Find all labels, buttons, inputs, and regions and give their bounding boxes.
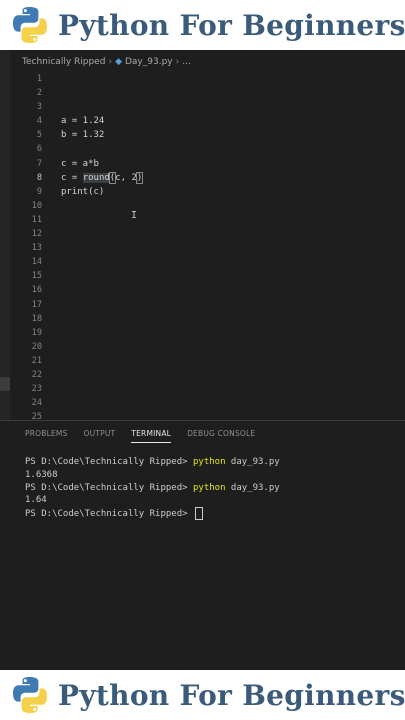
breadcrumb-more[interactable]: ...: [182, 57, 191, 67]
line-number: 12: [31, 229, 42, 240]
bracket-match: ): [135, 171, 144, 184]
breadcrumb: Technically Ripped › ◆ Day_93.py ›...: [22, 57, 191, 67]
activity-bar: [0, 50, 10, 420]
tab-output[interactable]: OUTPUT: [84, 429, 116, 443]
line-number: 11: [31, 214, 42, 225]
breadcrumb-file[interactable]: Day_93.py: [125, 57, 173, 67]
terminal-prompt: PS D:\Code\Technically Ripped>: [25, 482, 193, 493]
line-number: 17: [31, 299, 42, 310]
code-line-active[interactable]: c = round(c, 2): [61, 171, 144, 185]
banner-title: Python For Beginners: [58, 8, 405, 42]
python-logo-icon: [13, 7, 47, 43]
line-number: 2: [36, 88, 42, 99]
code-line[interactable]: c = a*b: [61, 157, 142, 171]
text-cursor-icon: I: [131, 210, 138, 221]
line-number: 3: [36, 102, 42, 113]
code-line[interactable]: a = 1.24: [61, 114, 142, 128]
tab-debug-console[interactable]: DEBUG CONSOLE: [187, 429, 255, 443]
line-number: 5: [36, 130, 42, 141]
terminal-output: 1.64: [25, 495, 47, 506]
code-line[interactable]: [61, 100, 142, 114]
terminal-line: PS D:\Code\Technically Ripped> python da…: [25, 482, 280, 495]
terminal-output: 1.6368: [25, 469, 58, 480]
panel-tabs: PROBLEMS OUTPUT TERMINAL DEBUG CONSOLE: [25, 429, 271, 443]
line-number: 20: [31, 341, 42, 352]
code-token-function: round: [82, 172, 110, 183]
line-number: 15: [31, 271, 42, 282]
breadcrumb-folder[interactable]: Technically Ripped: [22, 57, 105, 67]
code-token: c =: [61, 172, 83, 183]
terminal-line[interactable]: PS D:\Code\Technically Ripped>: [25, 507, 280, 521]
line-number: 24: [31, 398, 42, 409]
banner-title: Python For Beginners: [58, 678, 405, 712]
line-number-gutter: 1 2 3 4 5 6 7 8 9 10 11 12 13 14 15 16 1…: [14, 72, 42, 424]
line-number-active: 8: [36, 172, 42, 183]
terminal-line: PS D:\Code\Technically Ripped> python da…: [25, 456, 280, 469]
line-number: 16: [31, 285, 42, 296]
code-editor[interactable]: Technically Ripped › ◆ Day_93.py ›... 1 2 3 …: [0, 50, 405, 422]
terminal-arg: day_93.py: [225, 457, 280, 467]
python-file-icon: ◆: [115, 57, 122, 67]
terminal[interactable]: PS D:\Code\Technically Ripped> python da…: [25, 456, 280, 521]
terminal-cursor: [194, 507, 203, 521]
code-token: c, 2: [115, 172, 137, 183]
bottom-banner: Python For Beginners: [0, 670, 405, 720]
line-number: 4: [36, 116, 42, 127]
chevron-right-icon: ›: [108, 57, 113, 67]
line-number: 9: [36, 186, 42, 197]
line-number: 23: [31, 384, 42, 395]
tab-terminal[interactable]: TERMINAL: [131, 429, 172, 443]
code-line[interactable]: print(c): [61, 185, 142, 199]
python-logo-icon: [13, 677, 47, 713]
line-number: 10: [31, 200, 42, 211]
terminal-prompt: PS D:\Code\Technically Ripped>: [25, 509, 193, 520]
bottom-panel: PROBLEMS OUTPUT TERMINAL DEBUG CONSOLE P…: [0, 420, 405, 671]
code-line[interactable]: [61, 142, 142, 156]
code-line[interactable]: [61, 86, 142, 100]
line-number: 19: [31, 327, 42, 338]
line-number: 1: [36, 74, 42, 84]
line-number: 7: [36, 158, 42, 169]
chevron-right-icon: ›: [175, 57, 180, 67]
code-line[interactable]: b = 1.32: [61, 128, 142, 142]
activity-indicator: [0, 377, 10, 391]
terminal-command: python: [192, 457, 226, 467]
line-number: 18: [31, 313, 42, 324]
line-number: 14: [31, 257, 42, 268]
line-number: 21: [31, 355, 42, 366]
tab-problems[interactable]: PROBLEMS: [25, 429, 68, 443]
terminal-command: python: [192, 482, 226, 493]
top-banner: Python For Beginners: [0, 0, 405, 50]
terminal-arg: day_93.py: [225, 482, 280, 493]
terminal-prompt: PS D:\Code\Technically Ripped>: [25, 457, 193, 467]
line-number: 13: [31, 243, 42, 254]
code-area[interactable]: a = 1.24 b = 1.32 c = a*b c = round(c, 2…: [61, 72, 144, 199]
line-number: 22: [31, 369, 42, 380]
code-line[interactable]: [61, 72, 142, 86]
line-number: 6: [36, 144, 42, 155]
